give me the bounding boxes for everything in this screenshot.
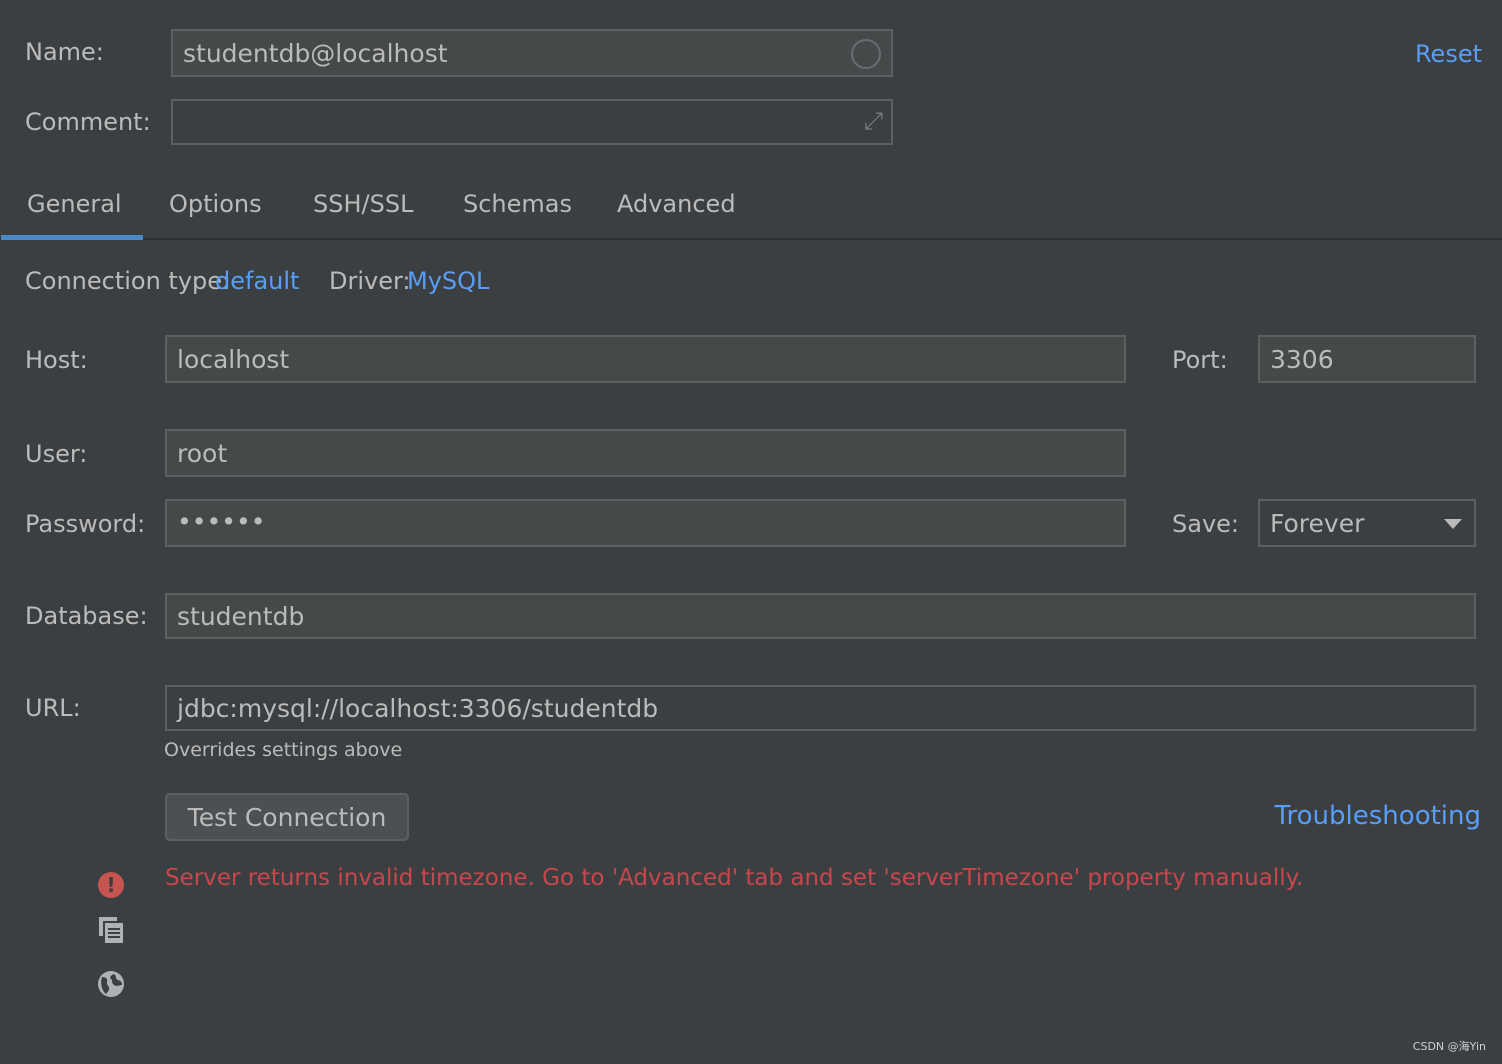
tab-options[interactable]: Options bbox=[169, 190, 262, 218]
test-connection-button[interactable]: Test Connection bbox=[165, 793, 409, 841]
error-message: Server returns invalid timezone. Go to '… bbox=[165, 865, 1304, 891]
tab-ssh-ssl[interactable]: SSH/SSL bbox=[313, 190, 413, 218]
tab-advanced[interactable]: Advanced bbox=[617, 190, 736, 218]
globe-icon[interactable] bbox=[96, 969, 126, 999]
database-label: Database: bbox=[25, 602, 148, 630]
save-label: Save: bbox=[1172, 510, 1239, 538]
tab-divider bbox=[0, 238, 1502, 240]
troubleshooting-link[interactable]: Troubleshooting bbox=[1274, 801, 1481, 831]
driver-label: Driver: bbox=[329, 267, 411, 295]
chevron-down-icon bbox=[1444, 519, 1462, 529]
password-input[interactable]: •••••• bbox=[165, 499, 1126, 547]
name-label: Name: bbox=[25, 38, 104, 66]
save-value: Forever bbox=[1270, 508, 1365, 538]
error-icon: ! bbox=[98, 872, 124, 898]
url-input[interactable]: jdbc:mysql://localhost:3306/studentdb bbox=[165, 685, 1476, 731]
host-input[interactable]: localhost bbox=[165, 335, 1126, 383]
name-input[interactable]: studentdb@localhost bbox=[171, 29, 893, 77]
color-circle-icon[interactable] bbox=[851, 39, 881, 69]
watermark: CSDN @海Yin bbox=[1412, 1040, 1486, 1053]
active-tab-indicator bbox=[1, 235, 143, 240]
database-input[interactable]: studentdb bbox=[165, 593, 1476, 639]
url-hint: Overrides settings above bbox=[164, 739, 403, 761]
copy-icon[interactable] bbox=[98, 916, 124, 944]
driver-link[interactable]: MySQL bbox=[407, 267, 489, 295]
password-label: Password: bbox=[25, 510, 146, 538]
url-label: URL: bbox=[25, 694, 81, 722]
name-value: studentdb@localhost bbox=[183, 38, 448, 68]
expand-icon[interactable]: ⤢ bbox=[864, 107, 883, 135]
tab-general[interactable]: General bbox=[27, 190, 122, 218]
user-input[interactable]: root bbox=[165, 429, 1126, 477]
comment-input[interactable]: ⤢ bbox=[171, 99, 893, 145]
tab-schemas[interactable]: Schemas bbox=[463, 190, 572, 218]
host-label: Host: bbox=[25, 346, 88, 374]
save-dropdown[interactable]: Forever bbox=[1258, 499, 1476, 547]
connection-type-link[interactable]: default bbox=[215, 267, 299, 295]
reset-link[interactable]: Reset bbox=[1415, 40, 1482, 68]
user-label: User: bbox=[25, 440, 88, 468]
port-input[interactable]: 3306 bbox=[1258, 335, 1476, 383]
port-label: Port: bbox=[1172, 346, 1228, 374]
comment-label: Comment: bbox=[25, 108, 151, 136]
connection-type-label: Connection type: bbox=[25, 267, 231, 295]
